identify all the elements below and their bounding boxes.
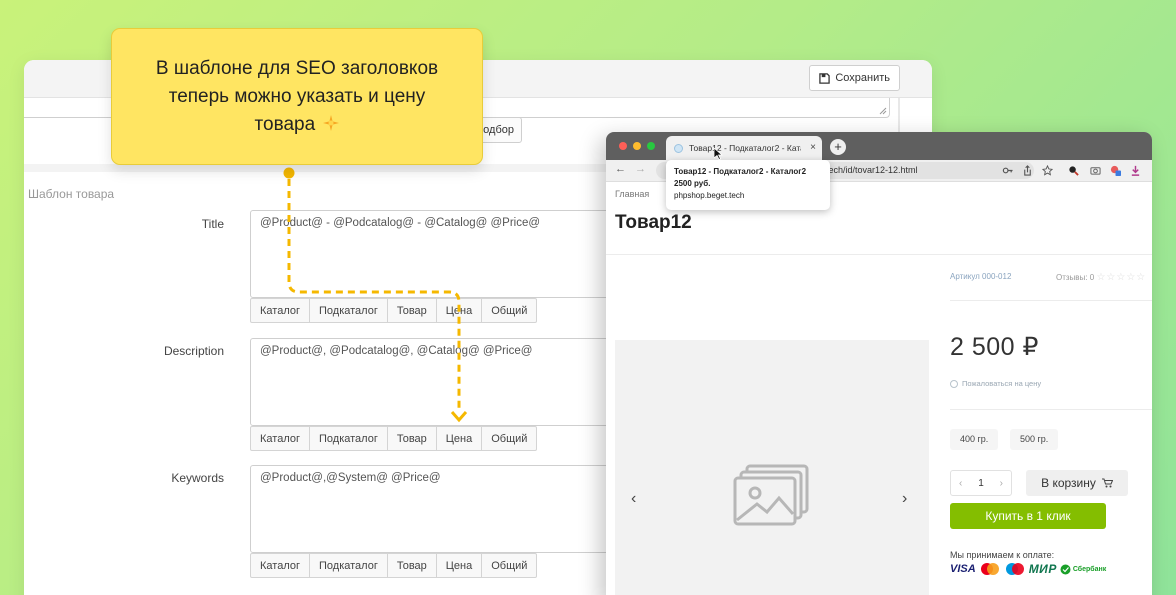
tag-catalog[interactable]: Каталог xyxy=(250,426,310,451)
tab-tooltip: Товар12 - Подкаталог2 - Каталог2 2500 ру… xyxy=(666,160,830,210)
product-sku: Артикул 000-012 xyxy=(950,272,1012,281)
camera-icon[interactable] xyxy=(1090,165,1101,176)
gallery-next-icon[interactable]: › xyxy=(902,490,907,508)
mastercard-logo xyxy=(980,563,999,575)
browser-tab[interactable]: Товар12 - Подкаталог2 - Каталог2 2500 ру… xyxy=(666,136,822,160)
qty-decrease-icon[interactable]: ‹ xyxy=(959,478,962,489)
save-button-label: Сохранить xyxy=(835,72,890,84)
title-label: Title xyxy=(201,217,224,231)
save-icon xyxy=(819,72,831,84)
gallery-prev-icon[interactable]: ‹ xyxy=(631,490,636,508)
sberbank-icon xyxy=(1060,564,1071,574)
weight-option[interactable]: 500 гр. xyxy=(1010,429,1059,450)
tag-podcatalog[interactable]: Подкаталог xyxy=(309,298,388,323)
comment-icon xyxy=(950,379,958,388)
select-button-label: одбор xyxy=(483,124,514,136)
tab-close-icon[interactable]: × xyxy=(810,142,816,153)
section-title: Шаблон товара xyxy=(28,187,115,201)
add-to-cart-button[interactable]: В корзину xyxy=(1026,470,1128,496)
key-icon[interactable] xyxy=(1002,165,1013,176)
tag-common[interactable]: Общий xyxy=(481,298,538,323)
cart-button-label: В корзину xyxy=(1041,476,1096,490)
mouse-cursor-icon xyxy=(714,148,723,160)
title-tags: Каталог Подкаталог Товар Цена Общий xyxy=(250,298,538,323)
buy-one-click-button[interactable]: Купить в 1 клик xyxy=(950,503,1106,529)
qty-increase-icon[interactable]: › xyxy=(1000,478,1003,489)
new-tab-button[interactable]: + xyxy=(830,139,846,155)
complain-label: Пожаловаться на цену xyxy=(962,379,1042,388)
complain-link[interactable]: Пожаловаться на цену xyxy=(950,379,1041,388)
download-icon[interactable] xyxy=(1130,165,1141,176)
maximize-window-icon[interactable] xyxy=(647,142,655,150)
extension-badge-icon[interactable] xyxy=(1110,165,1121,176)
tag-price[interactable]: Цена xyxy=(435,553,483,578)
product-price: 2 500 ₽ xyxy=(950,333,1039,361)
tag-product[interactable]: Товар xyxy=(386,298,437,323)
breadcrumb[interactable]: Главная xyxy=(615,189,649,199)
divider xyxy=(950,300,1152,301)
resize-grip-icon[interactable] xyxy=(879,107,887,115)
image-placeholder-icon xyxy=(733,464,809,526)
reviews[interactable]: Отзывы: 0 ☆☆☆☆☆ xyxy=(1056,272,1146,283)
tag-catalog[interactable]: Каталог xyxy=(250,298,310,323)
favicon-icon xyxy=(674,143,683,153)
reviews-count: Отзывы: 0 xyxy=(1056,273,1095,282)
divider xyxy=(606,254,1152,255)
visa-logo: VISA xyxy=(950,563,976,575)
sparkle-icon xyxy=(323,114,340,131)
divider xyxy=(950,409,1152,410)
back-icon[interactable]: ← xyxy=(615,163,626,175)
minimize-window-icon[interactable] xyxy=(633,142,641,150)
callout-note: В шаблоне для SEO заголовков теперь можн… xyxy=(111,28,483,165)
keywords-label: Keywords xyxy=(171,471,224,485)
keywords-tags: Каталог Подкаталог Товар Цена Общий xyxy=(250,553,538,578)
tag-price[interactable]: Цена xyxy=(435,426,483,451)
payment-logos: VISA МИР Сбербанк xyxy=(950,562,1106,576)
description-label: Description xyxy=(163,344,224,358)
tag-product[interactable]: Товар xyxy=(386,426,437,451)
product-gallery: ‹ › xyxy=(615,340,929,595)
save-button[interactable]: Сохранить xyxy=(809,65,900,91)
callout-text: В шаблоне для SEO заголовков теперь можн… xyxy=(155,57,439,135)
sberbank-logo: Сбербанк xyxy=(1060,564,1106,575)
weight-option[interactable]: 400 гр. xyxy=(950,429,999,450)
rating-stars: ☆☆☆☆☆ xyxy=(1096,272,1147,283)
close-window-icon[interactable] xyxy=(619,142,627,150)
tag-common[interactable]: Общий xyxy=(481,553,538,578)
payment-label: Мы принимаем к оплате: xyxy=(950,550,1055,560)
tab-title: Товар12 - Подкаталог2 - Каталог2 2500 ру… xyxy=(689,143,801,153)
product-title: Товар12 xyxy=(615,212,692,233)
mir-logo: МИР xyxy=(1028,562,1057,576)
star-icon[interactable] xyxy=(1042,165,1053,176)
tag-product[interactable]: Товар xyxy=(386,553,437,578)
tag-catalog[interactable]: Каталог xyxy=(250,553,310,578)
forward-icon[interactable]: → xyxy=(635,163,646,175)
maestro-logo xyxy=(1005,563,1024,575)
tag-common[interactable]: Общий xyxy=(481,426,538,451)
tag-price[interactable]: Цена xyxy=(435,298,483,323)
tooltip-domain: phpshop.beget.tech xyxy=(674,191,745,200)
cart-icon xyxy=(1101,478,1113,488)
quantity-stepper[interactable]: ‹ 1 › xyxy=(950,470,1012,496)
qty-value[interactable]: 1 xyxy=(978,478,984,489)
tag-podcatalog[interactable]: Подкаталог xyxy=(309,426,388,451)
description-tags: Каталог Подкаталог Товар Цена Общий xyxy=(250,426,538,451)
sberbank-label: Сбербанк xyxy=(1072,565,1107,573)
browser-window: Товар12 - Подкаталог2 - Каталог2 2500 ру… xyxy=(606,132,1152,595)
tag-podcatalog[interactable]: Подкаталог xyxy=(309,553,388,578)
share-icon[interactable] xyxy=(1022,165,1033,176)
browser-titlebar: Товар12 - Подкаталог2 - Каталог2 2500 ру… xyxy=(606,132,1152,160)
extension-icon[interactable] xyxy=(1068,165,1079,176)
tooltip-title: Товар12 - Подкаталог2 - Каталог2 2500 ру… xyxy=(674,167,807,188)
